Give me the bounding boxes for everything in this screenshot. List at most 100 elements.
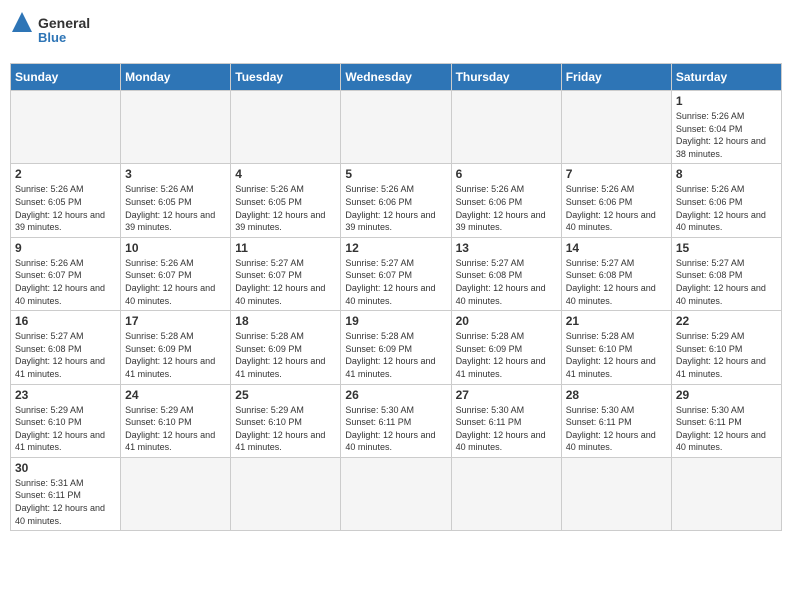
- day-cell: 10Sunrise: 5:26 AM Sunset: 6:07 PM Dayli…: [121, 237, 231, 310]
- day-info: Sunrise: 5:26 AM Sunset: 6:05 PM Dayligh…: [15, 183, 116, 233]
- week-row-5: 30Sunrise: 5:31 AM Sunset: 6:11 PM Dayli…: [11, 457, 782, 530]
- day-number: 8: [676, 167, 777, 181]
- day-cell: 16 Sunrise: 5:27 AM Sunset: 6:08 PM Dayli…: [11, 311, 121, 384]
- day-cell: 2 Sunrise: 5:26 AM Sunset: 6:05 PM Daylig…: [11, 164, 121, 237]
- day-info: Sunrise: 5:27 AM Sunset: 6:08 PM Dayligh…: [15, 330, 116, 380]
- calendar-header: SundayMondayTuesdayWednesdayThursdayFrid…: [11, 64, 782, 91]
- day-number: 2: [15, 167, 116, 181]
- day-info: Sunrise: 5:28 AM Sunset: 6:09 PM Dayligh…: [456, 330, 557, 380]
- day-number: 3: [125, 167, 226, 181]
- day-cell: [11, 91, 121, 164]
- day-info: Sunrise: 5:27 AM Sunset: 6:08 PM Dayligh…: [566, 257, 667, 307]
- day-number: 15: [676, 241, 777, 255]
- day-cell: 29 Sunrise: 5:30 AM Sunset: 6:11 PM Dayli…: [671, 384, 781, 457]
- header-day-friday: Friday: [561, 64, 671, 91]
- day-number: 17: [125, 314, 226, 328]
- day-number: 11: [235, 241, 336, 255]
- day-cell: 3 Sunrise: 5:26 AM Sunset: 6:05 PM Daylig…: [121, 164, 231, 237]
- day-info: Sunrise: 5:26 AM Sunset: 6:04 PM Dayligh…: [676, 110, 777, 160]
- day-info: Sunrise: 5:30 AM Sunset: 6:11 PM Dayligh…: [676, 404, 777, 454]
- logo-svg: General Blue: [10, 10, 100, 55]
- day-info: Sunrise: 5:27 AM Sunset: 6:07 PM Dayligh…: [345, 257, 446, 307]
- day-number: 30: [15, 461, 116, 475]
- header-day-thursday: Thursday: [451, 64, 561, 91]
- day-info: Sunrise: 5:30 AM Sunset: 6:11 PM Dayligh…: [566, 404, 667, 454]
- week-row-0: 1 Sunrise: 5:26 AM Sunset: 6:04 PM Daylig…: [11, 91, 782, 164]
- day-info: Sunrise: 5:29 AM Sunset: 6:10 PM Dayligh…: [235, 404, 336, 454]
- day-number: 29: [676, 388, 777, 402]
- day-cell: 22 Sunrise: 5:29 AM Sunset: 6:10 PM Dayli…: [671, 311, 781, 384]
- day-info: Sunrise: 5:27 AM Sunset: 6:08 PM Dayligh…: [676, 257, 777, 307]
- day-cell: 14 Sunrise: 5:27 AM Sunset: 6:08 PM Dayli…: [561, 237, 671, 310]
- day-info: Sunrise: 5:29 AM Sunset: 6:10 PM Dayligh…: [676, 330, 777, 380]
- day-cell: [671, 457, 781, 530]
- day-info: Sunrise: 5:28 AM Sunset: 6:09 PM Dayligh…: [345, 330, 446, 380]
- day-cell: [341, 91, 451, 164]
- day-number: 23: [15, 388, 116, 402]
- day-info: Sunrise: 5:26 AM Sunset: 6:05 PM Dayligh…: [235, 183, 336, 233]
- day-cell: [451, 457, 561, 530]
- day-number: 4: [235, 167, 336, 181]
- day-cell: 28 Sunrise: 5:30 AM Sunset: 6:11 PM Dayli…: [561, 384, 671, 457]
- week-row-3: 16 Sunrise: 5:27 AM Sunset: 6:08 PM Dayli…: [11, 311, 782, 384]
- day-number: 20: [456, 314, 557, 328]
- day-cell: 4 Sunrise: 5:26 AM Sunset: 6:05 PM Daylig…: [231, 164, 341, 237]
- header-day-tuesday: Tuesday: [231, 64, 341, 91]
- logo: General Blue: [10, 10, 100, 55]
- day-number: 6: [456, 167, 557, 181]
- day-info: Sunrise: 5:30 AM Sunset: 6:11 PM Dayligh…: [456, 404, 557, 454]
- svg-text:General: General: [38, 15, 90, 31]
- day-info: Sunrise: 5:26 AM Sunset: 6:05 PM Dayligh…: [125, 183, 226, 233]
- day-cell: 24Sunrise: 5:29 AM Sunset: 6:10 PM Dayli…: [121, 384, 231, 457]
- day-info: Sunrise: 5:30 AM Sunset: 6:11 PM Dayligh…: [345, 404, 446, 454]
- day-number: 26: [345, 388, 446, 402]
- calendar-body: 1 Sunrise: 5:26 AM Sunset: 6:04 PM Daylig…: [11, 91, 782, 531]
- day-cell: [341, 457, 451, 530]
- header-day-monday: Monday: [121, 64, 231, 91]
- day-info: Sunrise: 5:27 AM Sunset: 6:07 PM Dayligh…: [235, 257, 336, 307]
- header-day-saturday: Saturday: [671, 64, 781, 91]
- week-row-2: 9Sunrise: 5:26 AM Sunset: 6:07 PM Daylig…: [11, 237, 782, 310]
- day-info: Sunrise: 5:28 AM Sunset: 6:09 PM Dayligh…: [125, 330, 226, 380]
- day-cell: 12 Sunrise: 5:27 AM Sunset: 6:07 PM Dayli…: [341, 237, 451, 310]
- day-cell: 11 Sunrise: 5:27 AM Sunset: 6:07 PM Dayli…: [231, 237, 341, 310]
- day-cell: [231, 457, 341, 530]
- day-cell: 15 Sunrise: 5:27 AM Sunset: 6:08 PM Dayli…: [671, 237, 781, 310]
- day-number: 18: [235, 314, 336, 328]
- header-day-wednesday: Wednesday: [341, 64, 451, 91]
- day-cell: 8 Sunrise: 5:26 AM Sunset: 6:06 PM Daylig…: [671, 164, 781, 237]
- day-cell: 30Sunrise: 5:31 AM Sunset: 6:11 PM Dayli…: [11, 457, 121, 530]
- day-number: 28: [566, 388, 667, 402]
- day-cell: [451, 91, 561, 164]
- day-number: 27: [456, 388, 557, 402]
- day-cell: 23Sunrise: 5:29 AM Sunset: 6:10 PM Dayli…: [11, 384, 121, 457]
- header-row: SundayMondayTuesdayWednesdayThursdayFrid…: [11, 64, 782, 91]
- day-number: 10: [125, 241, 226, 255]
- day-cell: [231, 91, 341, 164]
- day-cell: 20 Sunrise: 5:28 AM Sunset: 6:09 PM Dayli…: [451, 311, 561, 384]
- day-number: 16: [15, 314, 116, 328]
- day-cell: 5Sunrise: 5:26 AM Sunset: 6:06 PM Daylig…: [341, 164, 451, 237]
- day-number: 9: [15, 241, 116, 255]
- day-number: 12: [345, 241, 446, 255]
- day-info: Sunrise: 5:26 AM Sunset: 6:06 PM Dayligh…: [456, 183, 557, 233]
- day-cell: 13Sunrise: 5:27 AM Sunset: 6:08 PM Dayli…: [451, 237, 561, 310]
- day-cell: [561, 91, 671, 164]
- day-cell: [121, 457, 231, 530]
- day-number: 21: [566, 314, 667, 328]
- day-number: 5: [345, 167, 446, 181]
- day-cell: 9Sunrise: 5:26 AM Sunset: 6:07 PM Daylig…: [11, 237, 121, 310]
- day-cell: 19Sunrise: 5:28 AM Sunset: 6:09 PM Dayli…: [341, 311, 451, 384]
- svg-text:Blue: Blue: [38, 30, 66, 45]
- day-number: 22: [676, 314, 777, 328]
- day-info: Sunrise: 5:29 AM Sunset: 6:10 PM Dayligh…: [125, 404, 226, 454]
- header: General Blue: [10, 10, 782, 55]
- day-cell: [561, 457, 671, 530]
- day-info: Sunrise: 5:26 AM Sunset: 6:06 PM Dayligh…: [566, 183, 667, 233]
- day-cell: 27 Sunrise: 5:30 AM Sunset: 6:11 PM Dayli…: [451, 384, 561, 457]
- day-number: 14: [566, 241, 667, 255]
- day-info: Sunrise: 5:26 AM Sunset: 6:06 PM Dayligh…: [676, 183, 777, 233]
- day-number: 25: [235, 388, 336, 402]
- day-number: 1: [676, 94, 777, 108]
- week-row-1: 2 Sunrise: 5:26 AM Sunset: 6:05 PM Daylig…: [11, 164, 782, 237]
